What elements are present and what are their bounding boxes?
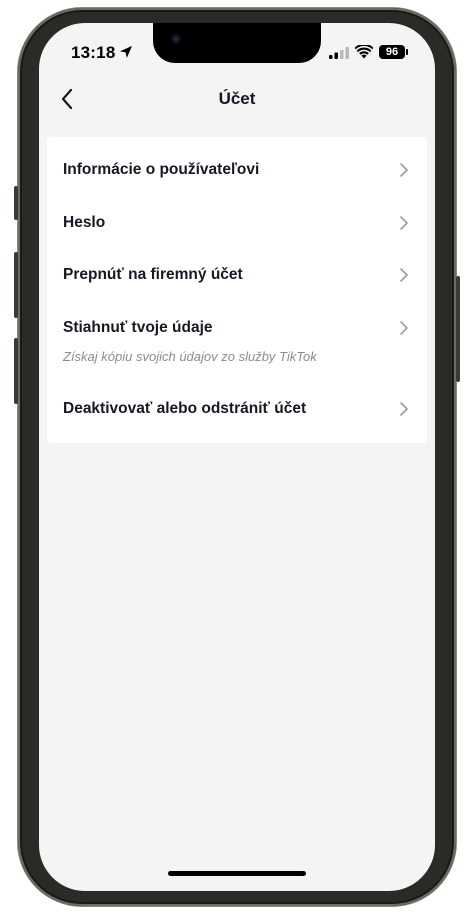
account-settings-list: Informácie o používateľovi Heslo Prepnúť… [47,137,427,443]
menu-item-label: Informácie o používateľovi [63,161,260,178]
menu-item-deactivate-delete-account[interactable]: Deaktivovať alebo odstrániť účet [47,384,427,434]
battery-tip [406,49,408,55]
menu-item-subtitle: Získaj kópiu svojich údajov zo služby Ti… [63,349,317,364]
menu-item-label: Heslo [63,214,106,231]
cellular-signal-icon [329,47,349,59]
menu-item-download-data[interactable]: Stiahnuť tvoje údaje Získaj kópiu svojic… [47,303,427,371]
chevron-right-icon [400,321,408,335]
chevron-right-icon [400,163,408,177]
power-button [456,276,460,382]
home-indicator[interactable] [168,871,306,876]
menu-item-password[interactable]: Heslo [47,198,427,248]
menu-item-label: Deaktivovať alebo odstrániť účet [63,400,307,417]
status-time: 13:18 [71,43,116,62]
chevron-right-icon [400,268,408,282]
nav-header: Účet [39,79,435,119]
location-arrow-icon [120,46,132,58]
menu-item-user-information[interactable]: Informácie o používateľovi [47,145,427,195]
mute-switch [14,186,18,220]
menu-item-label: Stiahnuť tvoje údaje [63,319,213,336]
volume-up-button [14,252,18,318]
page-title: Účet [218,89,256,108]
chevron-right-icon [400,402,408,416]
battery-icon: 96 [379,45,405,59]
volume-down-button [14,338,18,404]
screen: 13:18 96 Účet Informácie o používateľovi… [39,23,435,891]
menu-item-switch-business-account[interactable]: Prepnúť na firemný účet [47,250,427,300]
wifi-icon [355,45,373,59]
chevron-right-icon [400,216,408,230]
menu-item-label: Prepnúť na firemný účet [63,266,243,283]
front-camera [171,34,181,44]
